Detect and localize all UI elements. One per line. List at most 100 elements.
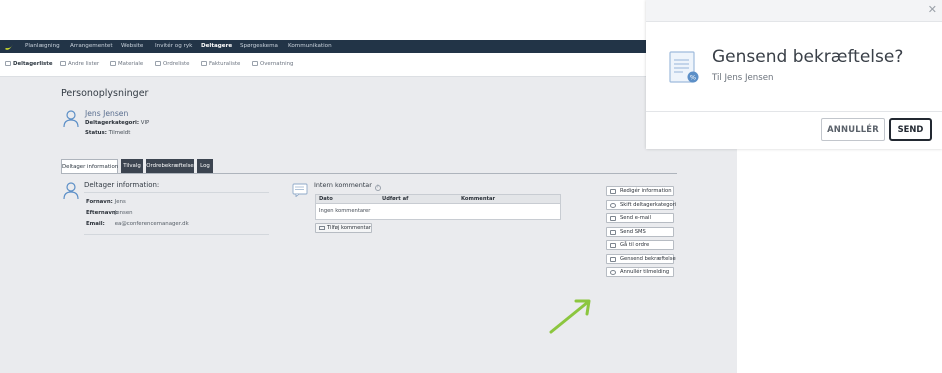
field-label: Fornavn: xyxy=(86,199,113,205)
highlight-arrow-icon xyxy=(549,299,591,334)
table-header: Dato Udført af Kommentar xyxy=(316,195,560,204)
field-efternavn: Efternavn: Jensen xyxy=(86,210,133,217)
refresh-icon xyxy=(610,202,616,208)
cancel-icon xyxy=(610,269,616,275)
order-icon xyxy=(155,61,161,66)
tab-ordrebekraeftelse[interactable]: Ordrebekræftelse xyxy=(146,159,194,173)
subnav-item-overnatning[interactable]: Overnatning xyxy=(252,61,293,68)
pencil-icon xyxy=(610,188,616,194)
topnav-item-arrangementet[interactable]: Arrangementet xyxy=(70,43,113,50)
topnav-item-inviter[interactable]: Invitér og ryk xyxy=(155,43,192,50)
tab-tilvalg[interactable]: Tilvalg xyxy=(121,159,143,173)
invoice-icon xyxy=(201,61,207,66)
subnav-label: Andre lister xyxy=(68,61,100,67)
subnav-item-ordreliste[interactable]: Ordreliste xyxy=(155,61,189,68)
dialog-title: Gensend bekræftelse? xyxy=(712,47,904,67)
topnav-item-spoergeskema[interactable]: Spørgeskema xyxy=(240,43,278,50)
resend-confirmation-button[interactable]: Gensend bekræftelse xyxy=(606,254,676,264)
comment-title-text: Intern kommentar xyxy=(314,181,372,189)
subnav-label: Materiale xyxy=(118,61,144,67)
subnav-label: Overnatning xyxy=(260,61,294,67)
people-icon xyxy=(5,61,11,66)
person-name: Jens Jensen xyxy=(85,109,129,118)
chevron-right-icon xyxy=(610,242,616,248)
person-status: Status: Tilmeldt xyxy=(85,130,130,137)
field-value: Jens xyxy=(114,199,126,205)
subnav-label: Ordreliste xyxy=(163,61,190,67)
field-label: Email: xyxy=(86,221,105,227)
background-app-window: Planlægning Arrangementet Website Invité… xyxy=(0,40,737,373)
field-label: Efternavn: xyxy=(86,210,118,216)
resend-confirmation-dialog: ✕ % Gensend bekræftelse? Til Jens Jensen… xyxy=(646,0,942,149)
button-label: Gensend bekræftelse xyxy=(620,256,676,262)
field-fornavn: Fornavn: Jens xyxy=(86,199,126,206)
comment-icon xyxy=(292,183,308,197)
send-sms-button[interactable]: Send SMS xyxy=(606,227,674,237)
subnav-label: Fakturaliste xyxy=(209,61,241,67)
send-button[interactable]: SEND xyxy=(889,118,932,141)
empty-table-message: Ingen kommentarer xyxy=(319,208,371,214)
svg-text:%: % xyxy=(690,74,696,82)
page-title: Personoplysninger xyxy=(61,88,149,99)
app-logo-icon xyxy=(5,44,13,50)
document-icon: % xyxy=(669,51,699,83)
attachment-icon xyxy=(110,61,116,66)
button-label: Annullér tilmelding xyxy=(620,269,670,275)
dialog-header: ✕ xyxy=(646,0,942,22)
edit-information-button[interactable]: Redigér information xyxy=(606,186,674,196)
topnav-item-deltagere[interactable]: Deltagere xyxy=(201,43,232,50)
comment-section-title: Intern kommentar? xyxy=(314,181,381,191)
screen: Planlægning Arrangementet Website Invité… xyxy=(0,0,942,373)
info-section-title: Deltager information: xyxy=(84,181,160,189)
subnav-item-andre-lister[interactable]: Andre lister xyxy=(60,61,99,68)
close-icon[interactable]: ✕ xyxy=(928,4,937,16)
subnav-item-fakturaliste[interactable]: Fakturaliste xyxy=(201,61,240,68)
top-navigation-bar: Planlægning Arrangementet Website Invité… xyxy=(0,40,737,53)
add-comment-button[interactable]: Tilføj kommentar xyxy=(315,223,372,233)
bed-icon xyxy=(252,61,258,66)
field-value: Jensen xyxy=(114,210,133,216)
button-label: Skift deltagerkategori xyxy=(620,202,677,208)
category-label: Deltagerkategori: xyxy=(85,120,140,126)
topnav-item-planlaegning[interactable]: Planlægning xyxy=(25,43,60,50)
user-avatar-icon xyxy=(63,110,79,128)
mail-resend-icon xyxy=(610,256,616,262)
comment-table: Dato Udført af Kommentar Ingen kommentar… xyxy=(315,194,561,220)
column-header-dato[interactable]: Dato xyxy=(319,196,333,203)
field-value: ea@conferencemanager.dk xyxy=(114,221,189,227)
change-category-button[interactable]: Skift deltagerkategori xyxy=(606,200,677,210)
button-label: Send SMS xyxy=(620,229,646,235)
tab-divider xyxy=(61,173,677,174)
person-category: Deltagerkategori: VIP xyxy=(85,120,149,127)
category-value: VIP xyxy=(140,120,150,126)
tab-deltager-information[interactable]: Deltager information xyxy=(61,159,118,173)
topnav-item-kommunikation[interactable]: Kommunikation xyxy=(288,43,332,50)
divider xyxy=(84,234,269,235)
button-label: Gå til ordre xyxy=(620,242,650,248)
cancel-button[interactable]: ANNULLÉR xyxy=(821,118,885,141)
divider xyxy=(84,192,269,193)
cancel-registration-button[interactable]: Annullér tilmelding xyxy=(606,267,674,277)
user-avatar-icon xyxy=(63,182,79,200)
button-label: Send e-mail xyxy=(620,215,651,221)
sms-icon xyxy=(610,229,616,235)
go-to-order-button[interactable]: Gå til ordre xyxy=(606,240,674,250)
subnav-item-deltagerliste[interactable]: Deltagerliste xyxy=(5,61,53,68)
send-email-button[interactable]: Send e-mail xyxy=(606,213,674,223)
subnav-item-materiale[interactable]: Materiale xyxy=(110,61,143,68)
help-icon[interactable]: ? xyxy=(374,185,381,191)
field-email: Email: ea@conferencemanager.dk xyxy=(86,221,189,228)
sub-navigation-bar: Deltagerliste Andre lister Materiale Ord… xyxy=(0,53,737,77)
button-label: Redigér information xyxy=(620,188,672,194)
subnav-label: Deltagerliste xyxy=(13,61,53,67)
column-header-udfoert-af[interactable]: Udført af xyxy=(382,196,408,203)
status-value: Tilmeldt xyxy=(108,130,131,136)
tab-log[interactable]: Log xyxy=(197,159,213,173)
button-label: Tilføj kommentar xyxy=(327,225,371,231)
topnav-item-website[interactable]: Website xyxy=(121,43,143,50)
status-label: Status: xyxy=(85,130,107,136)
list-icon xyxy=(60,61,66,66)
column-header-kommentar[interactable]: Kommentar xyxy=(461,196,495,203)
dialog-subtitle: Til Jens Jensen xyxy=(712,73,774,83)
mail-icon xyxy=(610,215,616,221)
